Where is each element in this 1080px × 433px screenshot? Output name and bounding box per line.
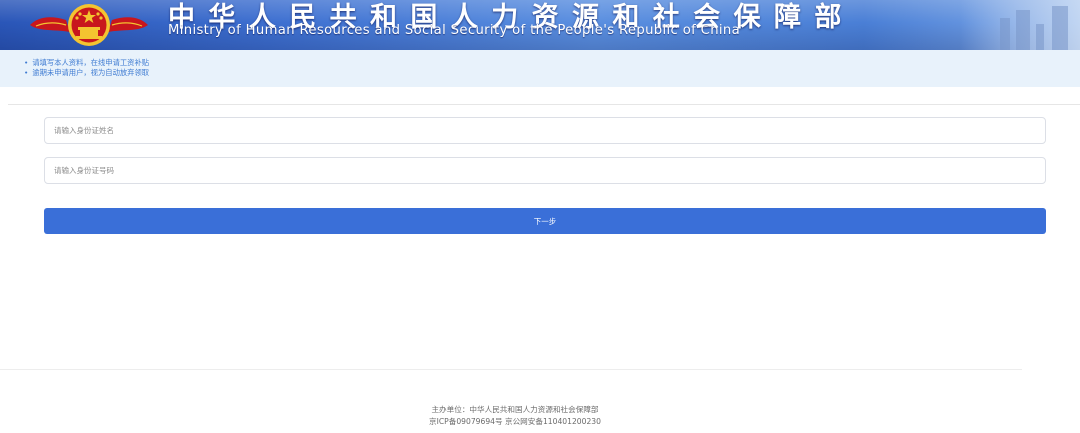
- national-emblem-icon: [30, 4, 148, 46]
- id-number-input[interactable]: [44, 157, 1046, 184]
- footer-sponsor: 主办单位：中华人民共和国人力资源和社会保障部: [431, 405, 599, 414]
- header-banner: 中华人民共和国人力资源和社会保障部 Ministry of Human Reso…: [0, 0, 1080, 50]
- footer-divider: [0, 369, 1022, 370]
- id-name-input[interactable]: [44, 117, 1046, 144]
- notice-item: 逾期未申请用户，视为自动放弃领取: [24, 68, 149, 78]
- ministry-title-en: Ministry of Human Resources and Social S…: [168, 23, 741, 38]
- notice-item: 请填写本人资料，在线申请工资补贴: [24, 58, 149, 68]
- footer-icp: 京ICP备09079694号 京公网安备110401200230: [429, 417, 601, 426]
- notice-panel: 请填写本人资料，在线申请工资补贴 逾期未申请用户，视为自动放弃领取: [0, 50, 1080, 87]
- notice-list: 请填写本人资料，在线申请工资补贴 逾期未申请用户，视为自动放弃领取: [24, 58, 149, 78]
- footer: 主办单位：中华人民共和国人力资源和社会保障部 京ICP备09079694号 京公…: [0, 404, 1030, 428]
- next-step-button[interactable]: 下一步: [44, 208, 1046, 234]
- divider: [8, 104, 1080, 105]
